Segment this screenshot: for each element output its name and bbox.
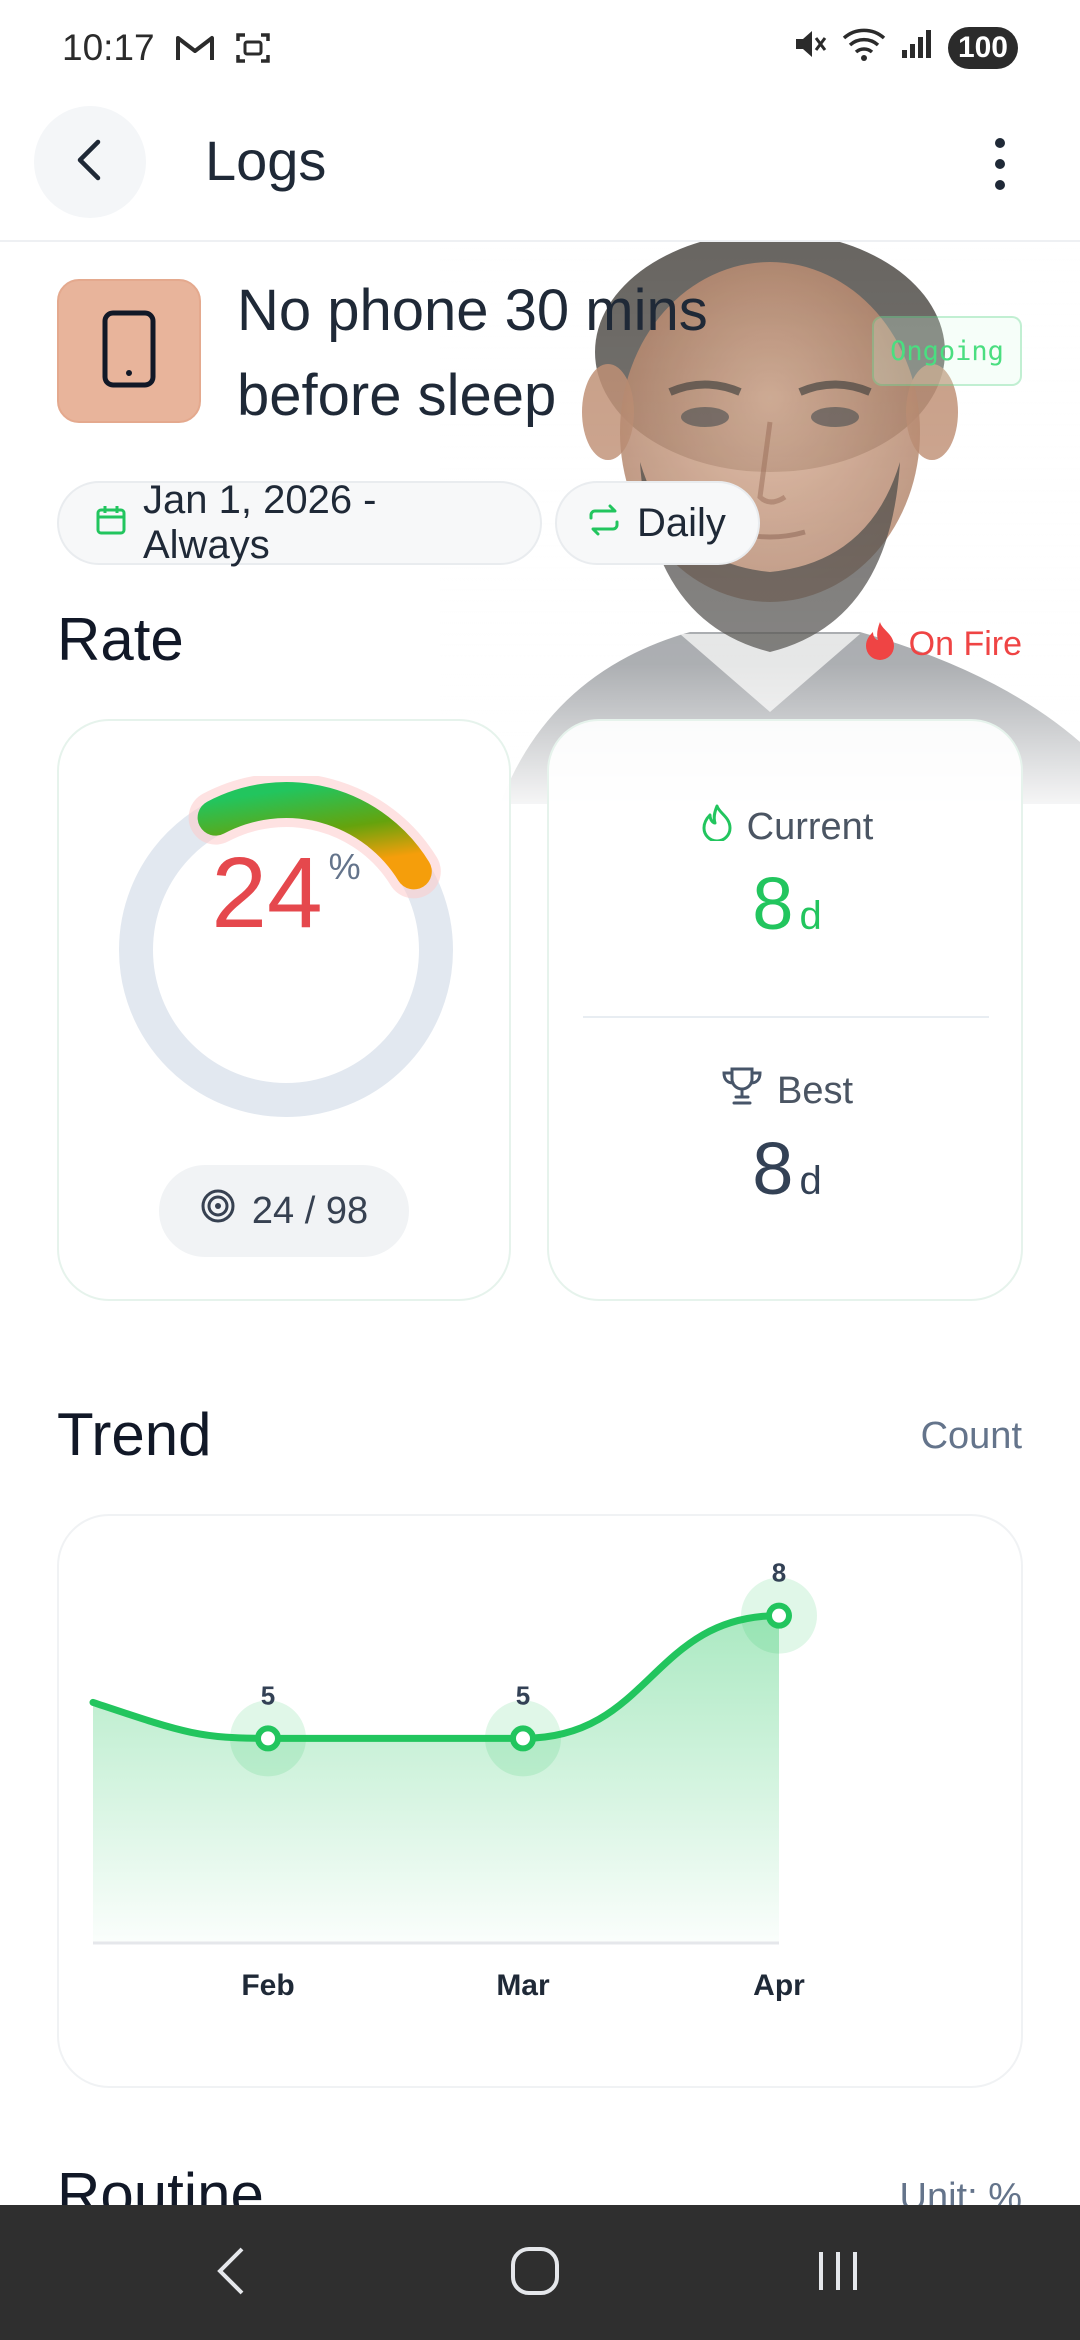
streak-card: Current 8d Best 8d (547, 719, 1023, 1301)
nav-recents-button[interactable] (778, 2225, 898, 2321)
current-streak-value: 8 (752, 862, 794, 945)
date-range-chip[interactable]: Jan 1, 2026 - Always (57, 478, 542, 567)
more-vertical-icon (994, 137, 1006, 196)
rate-card: 24% 24 / 98 (57, 719, 511, 1301)
screenshot-icon (235, 31, 271, 65)
trend-chart-card: 5 Feb 5 Mar 8 Apr (57, 1514, 1023, 2088)
trend-data-label: 8 (772, 1558, 786, 1588)
trend-area-fill (93, 1615, 779, 1943)
system-nav-bar (0, 2205, 1080, 2340)
trophy-icon (721, 1066, 763, 1116)
flame-outline-icon (701, 803, 733, 851)
status-bar: 10:17 100 (0, 0, 1080, 96)
goal-progress-label: 24 / 98 (251, 1189, 369, 1232)
nav-home-icon (509, 2245, 561, 2302)
rate-percentage: 24% (59, 836, 513, 951)
repeat-icon (587, 501, 621, 546)
gmail-icon (175, 33, 215, 63)
trend-data-point[interactable] (766, 1602, 792, 1629)
best-streak-unit: d (799, 1159, 822, 1203)
trend-data-label: 5 (516, 1680, 530, 1710)
nav-back-icon (214, 2245, 250, 2302)
mute-icon (792, 26, 828, 71)
frequency-label: Daily (637, 500, 726, 545)
goal-pill: 24 / 98 (159, 1165, 409, 1257)
trend-data-label: 5 (261, 1680, 275, 1710)
rate-section-title: Rate (57, 606, 184, 673)
more-menu-button[interactable] (960, 126, 1040, 206)
trend-chart: 5 Feb 5 Mar 8 Apr (89, 1558, 817, 2002)
trend-x-tick-label: Apr (753, 1969, 805, 2002)
nav-back-button[interactable] (172, 2225, 292, 2321)
back-arrow-icon (70, 136, 110, 189)
current-streak-unit: d (799, 894, 822, 938)
back-button[interactable] (34, 106, 146, 218)
on-fire-label: On Fire (908, 625, 1022, 663)
trend-x-tick-label: Mar (496, 1969, 550, 2002)
calendar-icon (95, 501, 127, 546)
habit-title: No phone 30 mins before sleep (237, 278, 708, 428)
phone-icon (101, 309, 157, 394)
rate-percent-symbol: % (328, 846, 361, 887)
date-range-label: Jan 1, 2026 - Always (143, 478, 377, 567)
best-streak-value: 8 (752, 1127, 794, 1210)
target-icon (200, 1188, 236, 1234)
best-streak: Best 8d (549, 1066, 1025, 1211)
current-streak-label: Current (746, 805, 874, 848)
best-streak-label: Best (776, 1069, 854, 1112)
trend-data-point[interactable] (510, 1725, 536, 1752)
streak-divider (583, 1016, 989, 1018)
trend-section-title: Trend (57, 1401, 212, 1468)
status-time: 10:17 (62, 27, 155, 68)
trend-x-tick-label: Feb (241, 1969, 294, 2002)
status-badge: Ongoing (872, 316, 1022, 386)
trend-data-point[interactable] (255, 1725, 281, 1752)
trend-mode-toggle[interactable]: Count (921, 1415, 1022, 1458)
signal-icon (900, 27, 934, 69)
on-fire-badge: On Fire (863, 620, 1022, 669)
habit-icon-tile[interactable] (57, 279, 201, 423)
nav-home-button[interactable] (475, 2225, 595, 2321)
flame-icon (863, 620, 897, 669)
frequency-chip[interactable]: Daily (555, 481, 760, 565)
page-title: Logs (205, 129, 327, 192)
current-streak: Current 8d (549, 803, 1025, 946)
rate-percent-value: 24 (211, 837, 323, 949)
wifi-icon (842, 26, 886, 71)
nav-recents-icon (813, 2248, 863, 2299)
battery-indicator: 100 (947, 27, 1018, 69)
app-bar: Logs (0, 96, 1080, 242)
